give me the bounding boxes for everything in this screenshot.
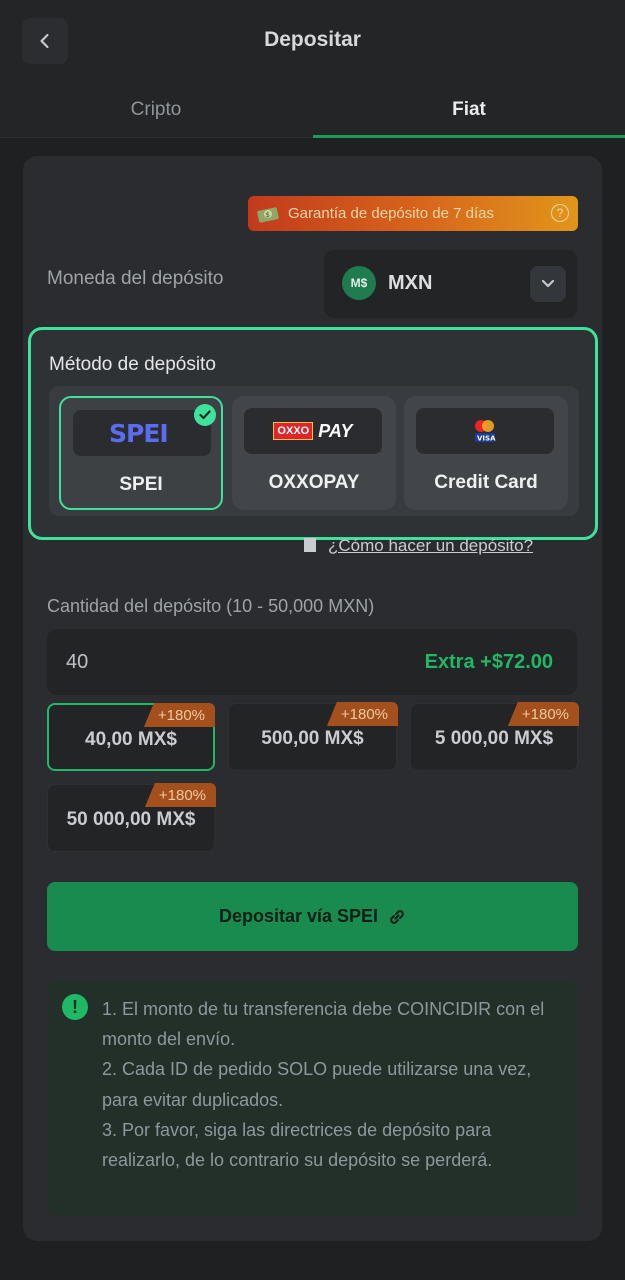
preset-amount[interactable]: 40,00 MX$ +180% bbox=[47, 703, 215, 771]
svg-text:SPEI: SPEI bbox=[109, 420, 168, 446]
money-icon: $ bbox=[256, 203, 282, 225]
method-grid: SPEI SPEI OXXO PAY OXXOPAY VISA Credit C… bbox=[49, 386, 579, 516]
card-logo: VISA bbox=[416, 408, 554, 454]
amount-input[interactable]: 40 Extra +$72.00 bbox=[47, 629, 577, 695]
preset-amount[interactable]: 50 000,00 MX$ +180% bbox=[47, 783, 216, 852]
alert-icon: ! bbox=[62, 994, 88, 1020]
method-option-oxxopay[interactable]: OXXO PAY OXXOPAY bbox=[232, 396, 396, 510]
check-icon bbox=[194, 404, 216, 426]
method-title: Método de depósito bbox=[49, 354, 216, 375]
notice-line: 2. Cada ID de pedido SOLO puede utilizar… bbox=[102, 1059, 532, 1110]
deposit-notice: ! 1. El monto de tu transferencia debe C… bbox=[47, 981, 578, 1216]
extra-bonus: Extra +$72.00 bbox=[424, 651, 553, 673]
currency-code: MXN bbox=[388, 272, 433, 294]
method-label: Credit Card bbox=[434, 472, 538, 493]
deposit-button[interactable]: Depositar vía SPEI bbox=[47, 882, 578, 951]
method-option-spei[interactable]: SPEI SPEI bbox=[59, 396, 223, 510]
svg-text:VISA: VISA bbox=[477, 435, 496, 443]
how-to-deposit-link[interactable]: ¿Cómo hacer un depósito? bbox=[304, 536, 533, 556]
method-label: SPEI bbox=[119, 474, 163, 495]
tab-bar: Cripto Fiat bbox=[0, 82, 625, 138]
method-option-credit-card[interactable]: VISA Credit Card bbox=[404, 396, 568, 510]
preset-value: 5 000,00 MX$ bbox=[434, 728, 554, 749]
preset-value: 500,00 MX$ bbox=[261, 728, 364, 749]
deposit-button-label: Depositar vía SPEI bbox=[218, 906, 379, 926]
mxn-coin-icon: M$ bbox=[342, 266, 376, 300]
method-label: OXXOPAY bbox=[268, 472, 360, 493]
help-icon[interactable]: ? bbox=[551, 204, 569, 222]
tab-cripto[interactable]: Cripto bbox=[0, 82, 312, 138]
bonus-badge: +180% bbox=[326, 702, 398, 726]
oxxopay-logo: OXXO PAY bbox=[244, 408, 382, 454]
preset-value: 50 000,00 MX$ bbox=[66, 809, 196, 830]
preset-amount[interactable]: 500,00 MX$ +180% bbox=[228, 702, 398, 771]
page-title: Depositar bbox=[264, 28, 361, 51]
book-icon bbox=[304, 538, 316, 552]
deposit-method-panel: Método de depósito SPEI SPEI OXXO PAY OX… bbox=[28, 327, 598, 540]
currency-label: Moneda del depósito bbox=[47, 268, 224, 289]
active-tab-indicator bbox=[313, 135, 625, 138]
guarantee-text: Garantía de depósito de 7 días bbox=[288, 205, 494, 222]
tab-fiat[interactable]: Fiat bbox=[313, 82, 625, 138]
bonus-badge: +180% bbox=[144, 783, 216, 807]
notice-line: 3. Por favor, siga las directrices de de… bbox=[102, 1119, 493, 1171]
amount-value[interactable]: 40 bbox=[66, 651, 88, 674]
amount-label: Cantidad del depósito (10 - 50,000 MXN) bbox=[47, 596, 375, 616]
svg-text:$: $ bbox=[266, 211, 270, 219]
preset-amount[interactable]: 5 000,00 MX$ +180% bbox=[410, 702, 579, 771]
bonus-badge: +180% bbox=[507, 702, 579, 726]
guarantee-banner[interactable]: $ Garantía de depósito de 7 días ? bbox=[248, 196, 578, 231]
link-icon bbox=[390, 909, 404, 924]
notice-line: 1. El monto de tu transferencia debe COI… bbox=[102, 999, 545, 1050]
currency-select[interactable]: M$ MXN bbox=[324, 250, 577, 318]
spei-logo: SPEI bbox=[73, 410, 211, 456]
notice-text: 1. El monto de tu transferencia debe COI… bbox=[102, 994, 572, 1175]
chevron-down-icon[interactable] bbox=[530, 266, 566, 302]
bonus-badge: +180% bbox=[143, 703, 215, 727]
preset-value: 40,00 MX$ bbox=[85, 729, 177, 750]
top-bar: Depositar bbox=[0, 0, 625, 82]
how-to-text[interactable]: ¿Cómo hacer un depósito? bbox=[328, 536, 533, 555]
